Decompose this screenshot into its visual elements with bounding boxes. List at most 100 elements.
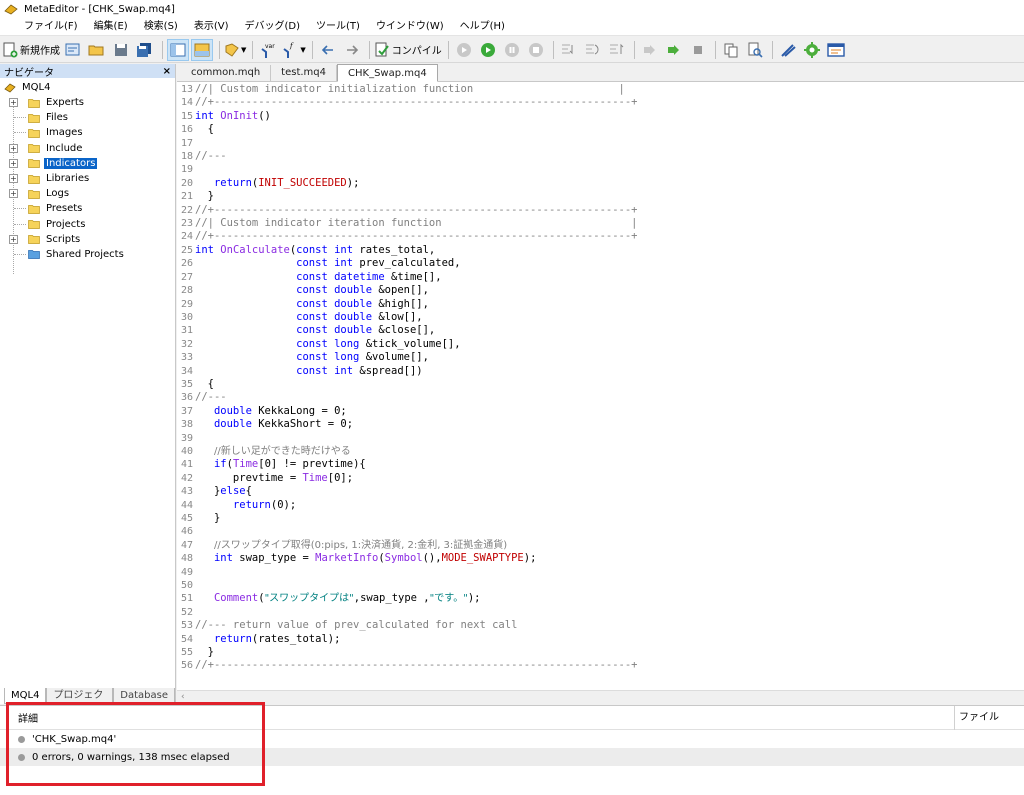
compile-button[interactable]: コンパイル (374, 39, 442, 61)
code-line[interactable]: 33 const long &volume[], (177, 351, 1024, 364)
tab-common-mqh[interactable]: common.mqh (181, 65, 272, 81)
code-line[interactable]: 28 const double &open[], (177, 284, 1024, 297)
code-line[interactable]: 35 { (177, 378, 1024, 391)
toolbox-toggle-button[interactable] (191, 38, 213, 61)
debug-real-data-button[interactable] (453, 39, 475, 61)
open-button[interactable] (86, 39, 108, 61)
tab-chk-swap-mq4[interactable]: CHK_Swap.mq4 (337, 64, 438, 82)
save-button[interactable] (110, 39, 132, 61)
menu-edit[interactable]: 編集(E) (86, 18, 136, 36)
debug-history-button[interactable] (477, 39, 499, 61)
stop-debug-button[interactable] (687, 39, 709, 61)
code-line[interactable]: 53//--- return value of prev_calculated … (177, 619, 1024, 632)
code-line[interactable]: 49 (177, 566, 1024, 579)
code-line[interactable]: 31 const double &close[], (177, 324, 1024, 337)
breakpoint-button[interactable] (639, 39, 661, 61)
code-line[interactable]: 45 } (177, 512, 1024, 525)
run-to-cursor-button[interactable] (663, 39, 685, 61)
search-files-button[interactable] (744, 39, 766, 61)
terminal-button[interactable] (825, 39, 847, 61)
stop-button[interactable] (525, 39, 547, 61)
expand-icon[interactable]: + (9, 98, 18, 107)
tree-item[interactable]: + Include (0, 141, 175, 156)
code-line[interactable]: 51 Comment("スワップタイプは",swap_type ,"です。"); (177, 592, 1024, 605)
tree-item[interactable]: + Libraries (0, 171, 175, 186)
code-line[interactable]: 22//+-----------------------------------… (177, 204, 1024, 217)
code-line[interactable]: 20 return(INIT_SUCCEEDED); (177, 177, 1024, 190)
expand-icon[interactable]: + (9, 173, 18, 183)
code-line[interactable]: 55 } (177, 646, 1024, 659)
tree-item[interactable]: Presets (0, 201, 175, 216)
menu-tools[interactable]: ツール(T) (308, 18, 368, 36)
code-area[interactable]: 13//| Custom indicator initialization fu… (177, 83, 1024, 673)
tree-item[interactable]: Files (0, 110, 175, 125)
code-line[interactable]: 23//| Custom indicator iteration functio… (177, 217, 1024, 230)
tree-item[interactable]: Shared Projects (0, 247, 175, 262)
step-into-button[interactable] (558, 39, 580, 61)
code-line[interactable]: 29 const double &high[], (177, 298, 1024, 311)
code-line[interactable]: 16 { (177, 123, 1024, 136)
code-line[interactable]: 37 double KekkaLong = 0; (177, 405, 1024, 418)
tree-item[interactable]: Projects (0, 217, 175, 232)
step-out-button[interactable] (606, 39, 628, 61)
code-line[interactable]: 25 int OnCalculate(const int rates_total, (177, 244, 1024, 257)
menu-view[interactable]: 表示(V) (186, 18, 237, 36)
expand-icon[interactable]: + (9, 143, 18, 153)
code-line[interactable]: 26 const int prev_calculated, (177, 257, 1024, 270)
column-file[interactable]: ファイル (954, 705, 1006, 730)
insert-button[interactable]: ▼ (224, 39, 246, 61)
code-line[interactable]: 48 int swap_type = MarketInfo(Symbol(),M… (177, 552, 1024, 565)
code-line[interactable]: 17 (177, 137, 1024, 150)
mql5-community-button[interactable] (777, 39, 799, 61)
close-icon[interactable]: × (163, 66, 171, 77)
forward-button[interactable] (341, 39, 363, 61)
tree-item[interactable]: Images (0, 125, 175, 140)
save-all-button[interactable] (134, 39, 156, 61)
code-line[interactable]: 36//--- (177, 391, 1024, 404)
new-file-button[interactable]: 新規作成 (2, 39, 60, 61)
code-line[interactable]: 24//+-----------------------------------… (177, 230, 1024, 243)
code-line[interactable]: 52 (177, 606, 1024, 619)
code-line[interactable]: 42 prevtime = Time[0]; (177, 472, 1024, 485)
step-over-button[interactable] (582, 39, 604, 61)
code-line[interactable]: 30 const double &low[], (177, 311, 1024, 324)
menu-debug[interactable]: デバッグ(D) (237, 18, 309, 36)
code-line[interactable]: 38 double KekkaShort = 0; (177, 418, 1024, 431)
code-line[interactable]: 40 //新しい足ができた時だけやる (177, 445, 1024, 458)
back-button[interactable] (317, 39, 339, 61)
code-line[interactable]: 46 (177, 525, 1024, 538)
expand-icon[interactable]: + (9, 234, 18, 244)
code-line[interactable]: 13//| Custom indicator initialization fu… (177, 83, 1024, 96)
code-line[interactable]: 41 if(Time[0] != prevtime){ (177, 458, 1024, 471)
functions-button[interactable]: f ▼ (281, 39, 306, 61)
code-line[interactable]: 44 return(0); (177, 499, 1024, 512)
menu-file[interactable]: ファイル(F) (0, 18, 86, 36)
expand-icon[interactable]: + (9, 158, 18, 168)
code-line[interactable]: 56//+-----------------------------------… (177, 659, 1024, 672)
tree-item[interactable]: + Experts (0, 95, 175, 110)
tree-item[interactable]: + Indicators (0, 156, 175, 171)
code-line[interactable]: 19 (177, 163, 1024, 176)
market-button[interactable] (801, 39, 823, 61)
code-line[interactable]: 15 int OnInit() (177, 110, 1024, 123)
code-line[interactable]: 34 const int &spread[]) (177, 365, 1024, 378)
tree-item[interactable]: + Scripts (0, 232, 175, 247)
pause-button[interactable] (501, 39, 523, 61)
code-line[interactable]: 14//+-----------------------------------… (177, 96, 1024, 109)
code-line[interactable]: 39 (177, 432, 1024, 445)
new-project-button[interactable] (62, 39, 84, 61)
code-line[interactable]: 21 } (177, 190, 1024, 203)
code-line[interactable]: 32 const long &tick_volume[], (177, 338, 1024, 351)
menu-window[interactable]: ウインドウ(W) (368, 18, 452, 36)
code-line[interactable]: 50 (177, 579, 1024, 592)
code-line[interactable]: 18//--- (177, 150, 1024, 163)
expand-icon[interactable]: + (9, 189, 18, 199)
code-line[interactable]: 43 }else{ (177, 485, 1024, 498)
variables-button[interactable]: var (257, 39, 279, 61)
menu-help[interactable]: ヘルプ(H) (452, 18, 513, 36)
tree-root-mql4[interactable]: MQL4 (0, 80, 175, 95)
profiling-button[interactable] (720, 39, 742, 61)
tab-test-mq4[interactable]: test.mq4 (271, 65, 338, 81)
menu-search[interactable]: 検索(S) (136, 18, 186, 36)
tree-item[interactable]: + Logs (0, 186, 175, 201)
